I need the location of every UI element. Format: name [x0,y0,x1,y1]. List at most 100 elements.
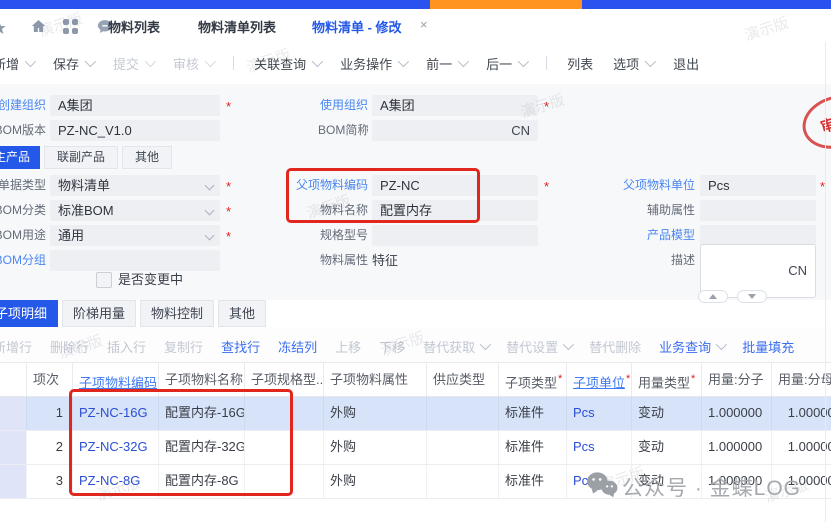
spec-field[interactable] [372,225,538,246]
parent-code-label[interactable]: 父项物料编码 [270,175,368,196]
row-select-cell[interactable] [0,431,26,464]
copy-row-button[interactable]: 复制行 [164,337,203,356]
business-query-button[interactable]: 业务查询 [659,337,724,356]
row-select-cell[interactable] [0,465,26,498]
triangle-down-icon [748,294,756,299]
tab-bom-edit-active[interactable]: 物料清单 - 修改 [312,17,402,36]
chevron-down-icon [398,56,409,67]
table-row[interactable]: 1 PZ-NC-16G 配置内存-16G 外购 标准件 Pcs 变动 1.000… [0,397,831,431]
col-usage-type[interactable]: 用量类型* [631,363,701,396]
main-toolbar: 新增 保存 提交 审核 关联查询 业务操作 前一 后一 列表 选项 退出 [0,42,831,85]
child-code-link[interactable]: PZ-NC-32G [72,431,158,464]
child-unit-link[interactable]: Pcs [566,431,631,464]
required-mark: * [544,175,549,196]
tab-product-other[interactable]: 其他 [122,146,172,169]
aux-attr-label: 辅助属性 [598,200,695,221]
child-unit-link[interactable]: Pcs [566,397,631,430]
save-button[interactable]: 保存 [53,54,93,73]
tab-co-product[interactable]: 联副产品 [44,146,118,169]
previous-button[interactable]: 前一 [426,54,466,73]
bom-short-field[interactable]: CN [372,120,538,141]
chevron-down-icon [145,56,156,67]
insert-row-button[interactable]: 插入行 [107,337,146,356]
tab-step-usage[interactable]: 阶梯用量 [62,300,136,327]
freeze-column-button[interactable]: 冻结列 [278,337,317,356]
required-mark: * [226,225,231,246]
bom-short-label: BOM简称 [318,120,368,141]
chevron-down-icon [563,339,574,350]
chevron-down-icon [458,56,469,67]
col-child-unit[interactable]: 子项单位* [566,363,631,396]
changing-checkbox-label: 是否变更中 [118,269,183,290]
toolbar-divider [233,56,234,70]
parent-unit-label[interactable]: 父项物料单位 [598,175,695,196]
bom-use-select[interactable]: 通用 [50,225,220,246]
new-button[interactable]: 新增 [0,54,33,73]
use-org-label[interactable]: 使用组织 [318,95,368,116]
product-model-field[interactable] [700,225,816,246]
create-org-label[interactable]: 创建组织 [0,95,46,116]
doc-type-select[interactable]: 物料清单 [50,175,220,196]
child-code-link[interactable]: PZ-NC-16G [72,397,158,430]
col-child-attr[interactable]: 子项物料属性 [323,363,426,396]
tab-detail-other[interactable]: 其他 [218,300,266,327]
business-operation-button[interactable]: 业务操作 [340,54,406,73]
audit-button[interactable]: 审核 [173,54,213,73]
chevron-down-icon [205,231,215,241]
material-name-field[interactable]: 配置内存 [372,200,538,221]
toolbar-divider [546,56,547,70]
submit-button[interactable]: 提交 [113,54,153,73]
bom-group-label[interactable]: BOM分组 [0,250,46,271]
material-attr-label: 物料属性 [270,250,368,271]
col-usage-numerator[interactable]: 用量:分子 [701,363,771,396]
substitute-delete-button[interactable]: 替代删除 [589,337,641,356]
bom-category-select[interactable]: 标准BOM [50,200,220,221]
spec-label: 规格型号 [270,225,368,246]
col-child-spec[interactable]: 子项规格型... [244,363,323,396]
options-button[interactable]: 选项 [613,54,653,73]
add-row-button[interactable]: 新增行 [0,337,32,356]
create-org-field[interactable]: A集团 [50,95,220,116]
substitute-set-button[interactable]: 替代设置 [506,337,571,356]
tab-bom-list[interactable]: 物料清单列表 [198,17,276,36]
tab-child-detail[interactable]: 子项明细 [0,300,58,327]
parent-unit-field[interactable]: Pcs [700,175,816,196]
col-seq[interactable]: 项次 [26,363,72,396]
find-row-button[interactable]: 查找行 [221,337,260,356]
close-tab-icon[interactable]: × [420,17,428,32]
move-up-button[interactable]: 上移 [335,337,361,356]
col-child-name[interactable]: 子项物料名称 [158,363,244,396]
top-title-strip [0,0,831,9]
collapse-up-button[interactable] [698,290,728,303]
table-header-row: 项次 子项物料编码* 子项物料名称 子项规格型... 子项物料属性 供应类型 子… [0,362,831,397]
substitute-get-button[interactable]: 替代获取 [423,337,488,356]
collapse-down-button[interactable] [737,290,767,303]
chevron-down-icon [205,56,216,67]
bom-version-label: BOM版本 [0,120,46,141]
aux-attr-field[interactable] [700,200,816,221]
batch-fill-button[interactable]: 批量填充 [742,337,794,356]
product-model-label[interactable]: 产品模型 [598,225,695,246]
col-child-code[interactable]: 子项物料编码* [72,363,158,396]
parent-code-field[interactable]: PZ-NC [372,175,538,196]
next-button[interactable]: 后一 [486,54,526,73]
changing-checkbox[interactable] [96,272,112,288]
col-usage-denominator[interactable]: 用量:分母 [771,363,831,396]
bom-version-field[interactable]: PZ-NC_V1.0 [50,120,220,141]
tab-material-list[interactable]: 物料列表 [108,17,160,36]
required-mark: * [226,200,231,221]
col-supply-type[interactable]: 供应类型 [426,363,498,396]
bom-group-field[interactable] [50,250,220,271]
exit-button[interactable]: 退出 [673,54,699,73]
bom-use-label: BOM用途 [0,225,46,246]
wechat-icon [585,470,619,505]
row-select-cell[interactable] [0,397,26,430]
col-child-type[interactable]: 子项类型* [498,363,566,396]
tab-material-control[interactable]: 物料控制 [140,300,214,327]
table-row[interactable]: 2 PZ-NC-32G 配置内存-32G 外购 标准件 Pcs 变动 1.000… [0,431,831,465]
list-button[interactable]: 列表 [567,54,593,73]
tab-main-product[interactable]: 主产品 [0,146,40,169]
use-org-field[interactable]: A集团 [372,95,538,116]
favorite-star-icon[interactable] [0,20,7,41]
chevron-down-icon [85,56,96,67]
